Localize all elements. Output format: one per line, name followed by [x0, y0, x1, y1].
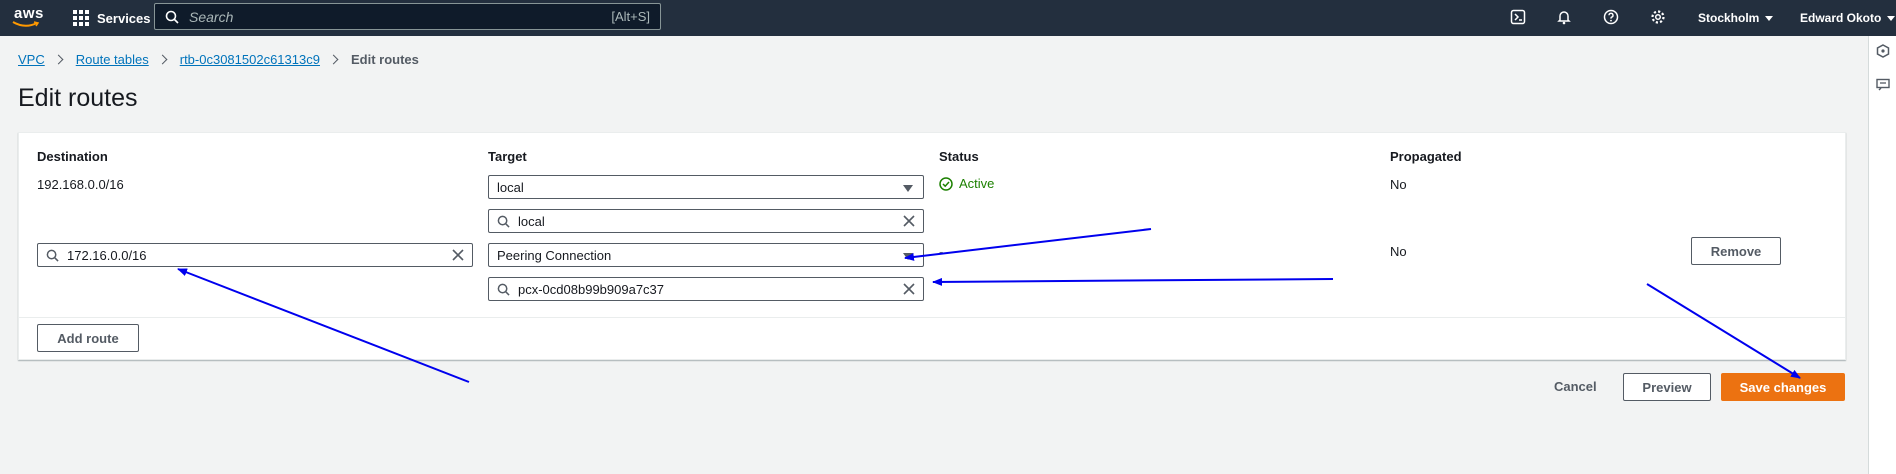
- search-icon: [497, 215, 510, 228]
- services-grid-icon: [73, 10, 89, 26]
- chevron-right-icon: [53, 54, 64, 65]
- row2-destination-input[interactable]: 172.16.0.0/16: [37, 243, 473, 267]
- chevron-right-icon: [328, 54, 339, 65]
- clear-icon[interactable]: [452, 249, 464, 261]
- dropdown-caret-icon: [903, 185, 913, 192]
- info-panel-icon[interactable]: [1876, 44, 1890, 63]
- aws-logo[interactable]: aws: [10, 4, 46, 30]
- column-header-target: Target: [488, 149, 527, 164]
- row2-target-type-value: Peering Connection: [497, 247, 612, 263]
- routes-table-panel: Destination Target Status Propagated 192…: [18, 132, 1846, 360]
- row1-target-value: local: [518, 213, 545, 229]
- breadcrumb-link-route-table-id[interactable]: rtb-0c3081502c61313c9: [180, 52, 320, 67]
- clear-icon[interactable]: [903, 283, 915, 295]
- column-header-status: Status: [939, 149, 979, 164]
- row2-propagated: No: [1390, 244, 1407, 259]
- preview-button[interactable]: Preview: [1623, 373, 1711, 401]
- row2-destination-value: 172.16.0.0/16: [67, 247, 147, 263]
- help-icon[interactable]: [1601, 7, 1621, 27]
- row1-destination: 192.168.0.0/16: [37, 177, 124, 192]
- row1-target-type-select[interactable]: local: [488, 175, 924, 199]
- search-shortcut: [Alt+S]: [611, 9, 650, 24]
- page-title: Edit routes: [18, 84, 138, 112]
- user-name: Edward Okoto: [1800, 11, 1882, 25]
- search-input[interactable]: Search [Alt+S]: [154, 3, 661, 30]
- column-header-destination: Destination: [37, 149, 108, 164]
- row2-target-type-select[interactable]: Peering Connection: [488, 243, 924, 267]
- region-label: Stockholm: [1698, 11, 1760, 25]
- breadcrumb-current: Edit routes: [350, 52, 419, 67]
- services-menu-button[interactable]: Services: [73, 0, 151, 36]
- chevron-right-icon: [157, 54, 168, 65]
- bell-icon[interactable]: [1554, 7, 1574, 27]
- dropdown-caret-icon: [903, 253, 913, 260]
- search-icon: [165, 10, 179, 24]
- row1-status-text: Active: [959, 176, 995, 191]
- row2-target-value: pcx-0cd08b99b909a7c37: [518, 281, 665, 297]
- breadcrumb-link-route-tables[interactable]: Route tables: [76, 52, 149, 67]
- row1-status: Active: [939, 176, 994, 191]
- user-menu[interactable]: Edward Okoto: [1800, 0, 1896, 36]
- top-navigation: aws Services Search [Alt+S] Stockholm Ed…: [0, 0, 1896, 36]
- breadcrumb: VPC Route tables rtb-0c3081502c61313c9 E…: [18, 52, 419, 67]
- breadcrumb-link-vpc[interactable]: VPC: [18, 52, 45, 67]
- row1-propagated: No: [1390, 177, 1407, 192]
- cloudshell-icon[interactable]: [1508, 7, 1528, 27]
- gear-icon[interactable]: [1648, 7, 1668, 27]
- panel-divider: [19, 317, 1845, 318]
- region-selector[interactable]: Stockholm: [1698, 0, 1774, 36]
- notes-panel-icon[interactable]: [1876, 78, 1890, 97]
- chevron-down-icon: [1765, 15, 1774, 21]
- row1-target-type-value: local: [497, 179, 524, 195]
- search-icon: [46, 249, 59, 262]
- row2-status: -: [939, 244, 944, 259]
- aws-smile-icon: [12, 21, 40, 27]
- add-route-button[interactable]: Add route: [37, 324, 139, 352]
- right-tools-rail: [1868, 36, 1896, 474]
- cancel-button[interactable]: Cancel: [1554, 379, 1597, 394]
- search-placeholder: Search: [189, 8, 234, 25]
- chevron-down-icon: [1887, 15, 1896, 21]
- aws-logo-text: aws: [14, 5, 44, 22]
- search-icon: [497, 283, 510, 296]
- save-changes-button[interactable]: Save changes: [1721, 373, 1845, 401]
- services-label: Services: [97, 10, 151, 26]
- row1-target-search-input[interactable]: local: [488, 209, 924, 233]
- remove-route-button[interactable]: Remove: [1691, 237, 1781, 265]
- clear-icon[interactable]: [903, 215, 915, 227]
- row2-target-search-input[interactable]: pcx-0cd08b99b909a7c37: [488, 277, 924, 301]
- column-header-propagated: Propagated: [1390, 149, 1462, 164]
- status-success-icon: [939, 176, 953, 191]
